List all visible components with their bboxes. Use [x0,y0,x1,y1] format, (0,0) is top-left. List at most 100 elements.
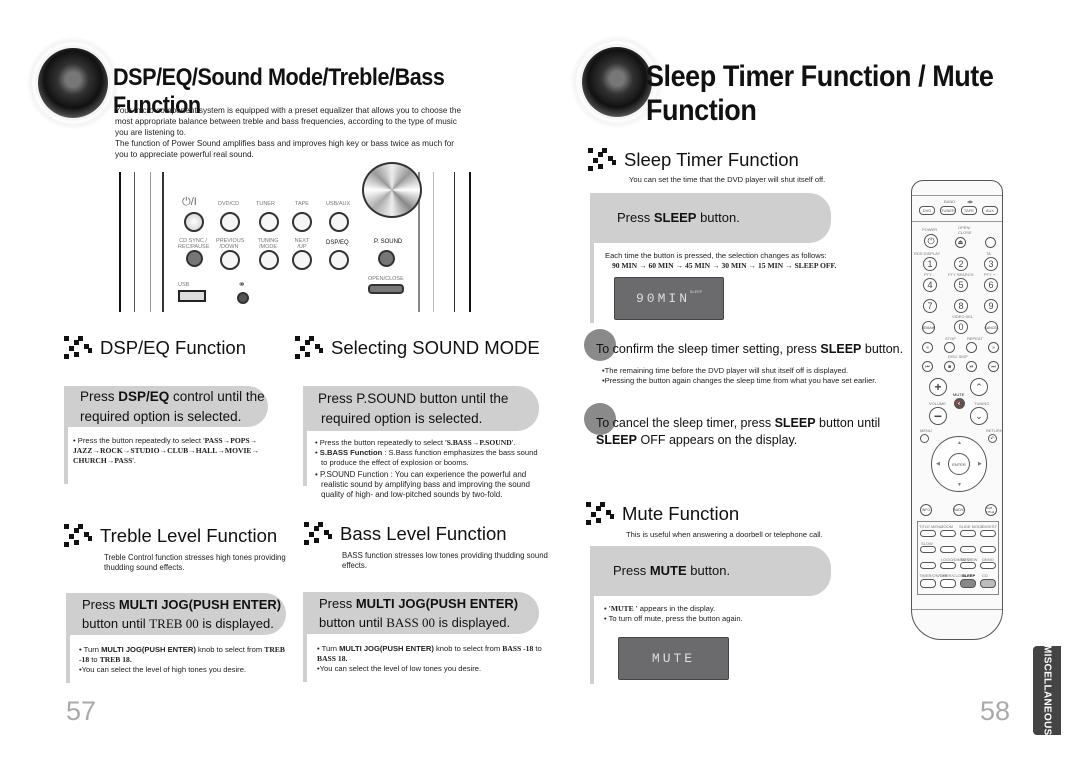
remote-cancel-button[interactable]: CANCEL [984,321,999,334]
remote-info-button[interactable]: INFO [920,504,932,516]
usbaux-button[interactable] [329,212,349,232]
dpad-up-icon[interactable]: ▲ [957,440,962,446]
text: Press the button repeatedly to select ' [77,436,205,445]
volume-knob[interactable] [362,162,422,218]
section-dspeq: DSP/EQ Function [64,336,246,360]
remote-cd-sync-button[interactable] [980,579,996,588]
remote-dsp-eq-button[interactable] [920,562,936,569]
remote-aux-button[interactable]: AUX [982,206,998,215]
speaker-graphic [18,28,128,138]
section-title: DSP/EQ Function [100,337,247,358]
stop-button[interactable] [259,250,279,270]
tuner-button[interactable] [259,212,279,232]
remote-ff-button[interactable]: » [988,342,999,353]
text-bold: MULTI JOG(PUSH ENTER) [339,644,434,653]
remote-dimmer-button[interactable] [980,562,996,569]
previous-button[interactable] [220,250,240,270]
remote-timer-clock-button[interactable] [940,579,956,588]
remote-prgm-button[interactable] [960,546,976,553]
remote-tuning-down-button[interactable]: ⌄ [970,407,988,425]
text: to [89,655,100,664]
remote-num-8[interactable]: 8 [954,299,968,313]
remote-sleep-button[interactable] [960,579,976,588]
remote-mo-st-button[interactable] [940,546,956,553]
section-mute: Mute Function [586,502,739,526]
remote-enter-button[interactable]: ENTER [948,453,970,475]
remote-volume-up-button[interactable]: + [929,378,947,396]
remote-num-9[interactable]: 9 [984,299,998,313]
remote-control-illustration: BAND ◀▶ DVD TUNER TAPE AUX POWER OPEN/ C… [911,180,1003,640]
remote-tuning-up-button[interactable]: ⌃ [970,378,988,396]
label-power: POWER [922,227,938,232]
remote-stop-button[interactable]: ■ [944,361,955,372]
next-button[interactable] [292,250,312,270]
text: Press [319,596,356,611]
sleep-cancel-step: To cancel the sleep timer, press SLEEP b… [596,415,906,449]
text: To cancel the sleep timer, press [596,416,775,430]
remote-play-pause-button[interactable]: ⏯ [966,361,977,372]
remote-slow-button[interactable] [920,546,936,553]
mute-lcd-display: MUTE [618,637,729,680]
label-rds: RDS DISPLAY [914,251,941,256]
remote-next-button[interactable]: ⏭ [988,361,999,372]
power-button[interactable] [184,212,204,232]
dpad-left-icon[interactable]: ◀ [936,461,940,467]
cdsync-button[interactable] [186,250,203,267]
remote-sd-hd-button[interactable] [980,546,996,553]
lcd-indicator: SLEEP [690,290,703,295]
remote-repeat-button[interactable] [966,342,977,353]
dpad-down-icon[interactable]: ▼ [957,482,962,488]
note: • 'MUTE ' appears in the display. [604,604,716,613]
remote-title-menu-button[interactable] [920,530,936,537]
section-tab-miscellaneous[interactable]: MISCELLANEOUS [1033,645,1061,736]
remote-logo-button[interactable] [940,562,956,569]
remote-num-3[interactable]: 3 [984,257,998,271]
remote-num-0[interactable]: 0 [954,320,968,334]
intro-line: The function of Power Sound amplifies ba… [115,139,455,148]
tape-button[interactable] [292,212,312,232]
remote-zoom-button[interactable] [940,530,956,537]
remote-slide-mode-button[interactable] [960,530,976,537]
remote-rewind-button[interactable]: « [922,342,933,353]
range-min: BASS -18 [502,644,534,653]
remote-num-5[interactable]: 5 [954,278,968,292]
label-slide-mode: SLIDE MODE [959,524,984,529]
text-bold: MULTI JOG(PUSH ENTER) [355,596,519,611]
remote-ntsc-pal-button[interactable] [960,562,976,569]
remote-num-7[interactable]: 7 [923,299,937,313]
note: • S.BASS Function : S.Bass function emph… [315,448,538,467]
remote-tape-button[interactable]: TAPE [961,206,977,215]
remote-return-button[interactable]: ↶ [988,434,997,443]
remote-sleep-side-button[interactable] [985,237,996,248]
remote-open-close-button[interactable]: ⏏ [955,237,966,248]
remote-menu-button[interactable] [920,434,929,443]
remote-timer-onoff-button[interactable] [920,579,936,588]
remote-mute-button[interactable]: 🔇 [954,398,965,409]
psound-button[interactable] [378,250,395,267]
remote-audio-button[interactable]: AUDIO [953,504,965,516]
intro-line: most appropriate balance between treble … [115,117,457,126]
text: Turn [83,645,102,654]
section-bullet-icon [64,524,94,548]
remote-num-1[interactable]: 1 [923,257,937,271]
remote-dvd-button[interactable]: DVD [919,206,935,215]
remote-power-button[interactable]: ⏻ [924,234,938,248]
remote-digest-button[interactable] [980,530,996,537]
dspeq-button[interactable] [329,250,349,270]
label-openclose: OPEN/CLOSE [368,276,404,282]
remote-tuner-button[interactable]: TUNER [940,206,956,215]
remote-subtitle-button[interactable]: SUB TITLE [985,504,997,516]
dvdcd-button[interactable] [220,212,240,232]
remote-volume-down-button[interactable]: − [929,407,947,425]
remote-remain-button[interactable]: REMAIN [922,321,935,334]
remote-num-4[interactable]: 4 [923,278,937,292]
dpad-right-icon[interactable]: ▶ [978,461,982,467]
remote-num-2[interactable]: 2 [954,257,968,271]
remote-num-6[interactable]: 6 [984,278,998,292]
note: •Pressing the button again changes the s… [602,376,877,385]
open-close-button[interactable] [368,284,404,294]
remote-prev-button[interactable]: ⏮ [922,361,933,372]
treble-notes: • Turn MULTI JOG(PUSH ENTER) knob to sel… [79,645,294,675]
range-max: BASS 18. [317,654,348,663]
remote-stop-top-button[interactable] [944,342,955,353]
